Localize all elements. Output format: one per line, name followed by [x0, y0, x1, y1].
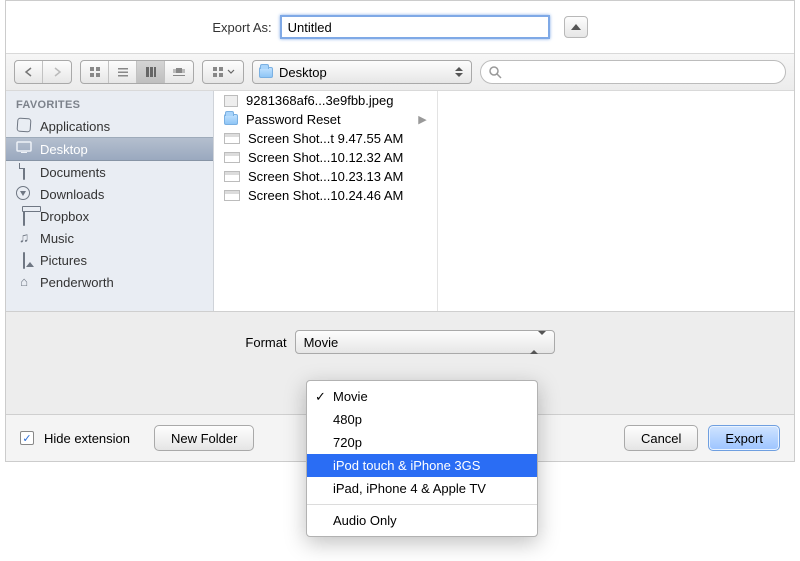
folder-icon: [224, 114, 238, 125]
menu-item-label: Movie: [333, 389, 368, 404]
file-row[interactable]: Screen Shot...10.23.13 AM: [214, 167, 437, 186]
menu-separator: [307, 504, 537, 505]
menu-item-audio-only[interactable]: Audio Only: [307, 509, 537, 532]
menu-item-label: 480p: [333, 412, 362, 427]
format-label: Format: [245, 335, 286, 350]
sidebar-item-desktop[interactable]: Desktop: [6, 137, 213, 161]
sidebar-item-documents[interactable]: Documents: [6, 161, 213, 183]
file-name: Screen Shot...10.23.13 AM: [248, 169, 403, 184]
menu-item-ipod-iphone3gs[interactable]: iPod touch & iPhone 3GS: [307, 454, 537, 477]
menu-item-label: iPad, iPhone 4 & Apple TV: [333, 481, 486, 496]
triangle-up-icon: [571, 24, 581, 30]
file-row[interactable]: Screen Shot...10.12.32 AM: [214, 148, 437, 167]
file-row[interactable]: Screen Shot...10.24.46 AM: [214, 186, 437, 205]
download-icon: [16, 186, 32, 202]
updown-icon: [453, 63, 465, 81]
list-view-button[interactable]: [109, 61, 137, 83]
export-button[interactable]: Export: [708, 425, 780, 451]
folder-icon: [259, 67, 273, 78]
forward-button[interactable]: [43, 61, 71, 83]
screenshot-icon: [224, 152, 240, 163]
sidebar-item-applications[interactable]: Applications: [6, 115, 213, 137]
export-row: Export As:: [6, 1, 794, 53]
file-column: 9281368af6...3e9fbb.jpeg Password Reset ▶…: [214, 91, 438, 311]
format-menu: ✓ Movie 480p 720p iPod touch & iPhone 3GS…: [306, 380, 538, 537]
sidebar-item-label: Documents: [40, 165, 106, 180]
image-thumb-icon: [224, 95, 238, 107]
arrange-popup[interactable]: [202, 60, 244, 84]
file-name: 9281368af6...3e9fbb.jpeg: [246, 93, 393, 108]
menu-item-ipad-iphone4-appletv[interactable]: iPad, iPhone 4 & Apple TV: [307, 477, 537, 500]
search-input[interactable]: [480, 60, 786, 84]
menu-item-label: iPod touch & iPhone 3GS: [333, 458, 480, 473]
sidebar-item-label: Downloads: [40, 187, 104, 202]
coverflow-view-button[interactable]: [165, 61, 193, 83]
export-filename-input[interactable]: [280, 15, 550, 39]
chevron-right-icon: ▶: [418, 113, 426, 126]
menu-item-720p[interactable]: 720p: [307, 431, 537, 454]
path-popup[interactable]: Desktop: [252, 60, 472, 84]
finder-toolbar: Desktop: [6, 53, 794, 91]
search-icon: [488, 65, 502, 79]
menu-item-label: 720p: [333, 435, 362, 450]
file-name: Password Reset: [246, 112, 341, 127]
music-icon: ♫: [16, 230, 32, 246]
menu-item-movie[interactable]: ✓ Movie: [307, 385, 537, 408]
file-name: Screen Shot...10.12.32 AM: [248, 150, 403, 165]
format-popup[interactable]: Movie: [295, 330, 555, 354]
file-name: Screen Shot...10.24.46 AM: [248, 188, 403, 203]
check-icon: ✓: [315, 389, 326, 405]
screenshot-icon: [224, 171, 240, 182]
export-as-label: Export As:: [212, 20, 271, 35]
sidebar-item-downloads[interactable]: Downloads: [6, 183, 213, 205]
sidebar-item-pictures[interactable]: Pictures: [6, 249, 213, 271]
cancel-button[interactable]: Cancel: [624, 425, 698, 451]
sidebar-item-label: Penderworth: [40, 275, 114, 290]
preview-column: [438, 91, 794, 311]
sidebar: FAVORITES Applications Desktop Documents…: [6, 91, 214, 311]
hide-extension-label: Hide extension: [44, 431, 130, 446]
home-icon: ⌂: [16, 274, 32, 290]
sidebar-section-title: FAVORITES: [6, 95, 213, 115]
search-wrap: [480, 60, 786, 84]
sidebar-item-label: Desktop: [40, 142, 88, 157]
sidebar-item-music[interactable]: ♫ Music: [6, 227, 213, 249]
document-icon: [16, 164, 32, 180]
back-button[interactable]: [15, 61, 43, 83]
nav-back-forward: [14, 60, 72, 84]
icon-view-button[interactable]: [81, 61, 109, 83]
screenshot-icon: [224, 133, 240, 144]
pictures-icon: [16, 252, 32, 268]
path-label: Desktop: [279, 65, 327, 80]
sidebar-item-label: Pictures: [40, 253, 87, 268]
sidebar-item-label: Music: [40, 231, 74, 246]
collapse-button[interactable]: [564, 16, 588, 38]
hide-extension-checkbox[interactable]: ✓: [20, 431, 34, 445]
sidebar-item-label: Dropbox: [40, 209, 89, 224]
file-row[interactable]: Password Reset ▶: [214, 110, 437, 129]
sidebar-item-label: Applications: [40, 119, 110, 134]
file-name: Screen Shot...t 9.47.55 AM: [248, 131, 403, 146]
screenshot-icon: [224, 190, 240, 201]
menu-item-label: Audio Only: [333, 513, 397, 528]
view-mode-segmented: [80, 60, 194, 84]
file-browser: FAVORITES Applications Desktop Documents…: [6, 91, 794, 311]
file-row[interactable]: Screen Shot...t 9.47.55 AM: [214, 129, 437, 148]
file-row[interactable]: 9281368af6...3e9fbb.jpeg: [214, 91, 437, 110]
column-view-button[interactable]: [137, 61, 165, 83]
box-icon: [16, 208, 32, 224]
updown-icon: [530, 335, 546, 350]
menu-item-480p[interactable]: 480p: [307, 408, 537, 431]
sidebar-item-penderworth[interactable]: ⌂ Penderworth: [6, 271, 213, 293]
desktop-icon: [16, 141, 32, 157]
app-icon: [16, 118, 32, 134]
new-folder-button[interactable]: New Folder: [154, 425, 254, 451]
sidebar-item-dropbox[interactable]: Dropbox: [6, 205, 213, 227]
format-selected: Movie: [304, 335, 339, 350]
